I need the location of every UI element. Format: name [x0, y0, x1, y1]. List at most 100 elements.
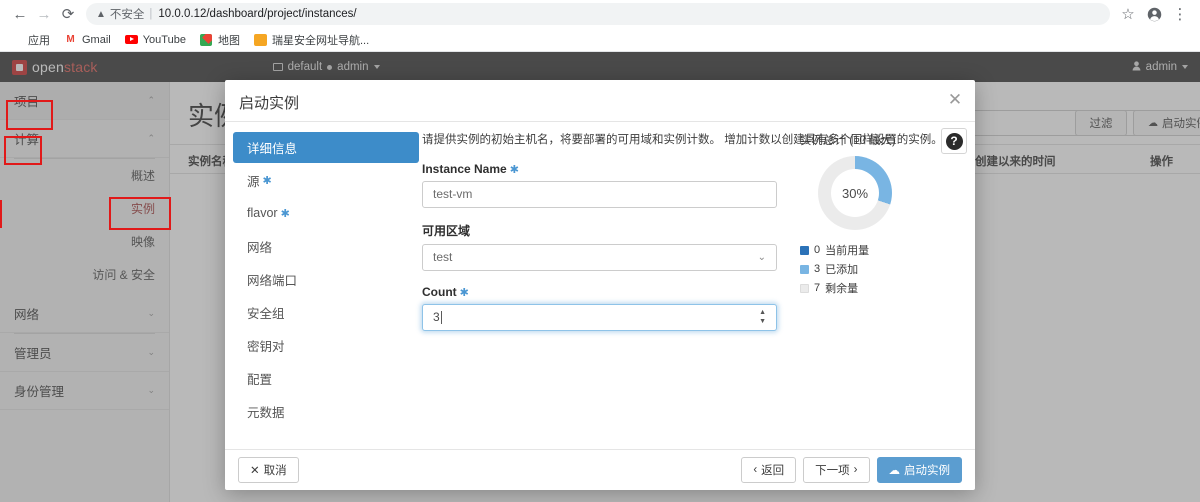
- dialog-footer: ✕ 取消 ‹ 返回 下一项 › ☁ 启动实例: [225, 449, 975, 490]
- back-button[interactable]: ‹ 返回: [741, 457, 797, 483]
- step-key-pair[interactable]: 密钥对: [233, 329, 419, 361]
- availability-zone-value: test: [433, 250, 453, 265]
- launch-instance-submit-label: 启动实例: [904, 465, 950, 477]
- forward-icon[interactable]: →: [32, 2, 56, 26]
- bookmark-maps[interactable]: 地图: [200, 32, 240, 48]
- close-icon: ✕: [250, 465, 260, 477]
- spinner-down-icon[interactable]: ▼: [759, 318, 766, 325]
- url-text: 10.0.0.12/dashboard/project/instances/: [158, 8, 357, 20]
- number-spinner[interactable]: ▲ ▼: [759, 309, 766, 325]
- step-label: 详细信息: [247, 142, 298, 156]
- bookmark-bar: 应用 M Gmail YouTube 地图 瑞星安全网址导航...: [0, 28, 1200, 52]
- step-metadata[interactable]: 元数据: [233, 395, 419, 427]
- legend-value: 0: [814, 244, 821, 256]
- rising-icon: [253, 33, 267, 46]
- screenshot-root: ← → ⟳ ▲ 不安全 | 10.0.0.12/dashboard/projec…: [0, 0, 1200, 502]
- required-marker-icon: ✱: [262, 174, 272, 187]
- omnibox-separator: |: [149, 8, 153, 20]
- legend-swatch: [800, 264, 809, 274]
- step-label: flavor: [247, 206, 278, 220]
- cancel-button[interactable]: ✕ 取消: [238, 457, 299, 483]
- bookmark-label: 应用: [28, 34, 50, 47]
- back-button-label: 返回: [761, 465, 785, 477]
- count-value-wrap: 3: [433, 310, 442, 325]
- step-flavor[interactable]: flavor ✱: [233, 197, 419, 229]
- text-cursor: [440, 311, 442, 325]
- step-list: 详细信息 源 ✱ flavor ✱ 网络 网络端口 安全组 密钥对 配置 元数据: [233, 132, 419, 428]
- step-label: 安全组: [247, 306, 285, 321]
- toolbar-actions: ☆ ⋮: [1116, 2, 1192, 26]
- cloud-upload-icon: ☁: [888, 465, 901, 477]
- dialog-title: 启动实例: [239, 95, 300, 112]
- menu-icon[interactable]: ⋮: [1168, 2, 1192, 26]
- step-configuration[interactable]: 配置: [233, 362, 419, 394]
- browser-toolbar: ← → ⟳ ▲ 不安全 | 10.0.0.12/dashboard/projec…: [0, 0, 1200, 28]
- step-security-group[interactable]: 安全组: [233, 296, 419, 328]
- count-input[interactable]: 3 ▲ ▼: [422, 303, 777, 331]
- bookmark-gmail[interactable]: M Gmail: [64, 33, 111, 46]
- legend-label: 当前用量: [825, 245, 870, 257]
- bookmark-apps[interactable]: 应用: [10, 32, 50, 48]
- instance-quota-chart: 实例总计 (10 最大) 30% 0 当前用量 3 已添加 7 剩余量: [800, 132, 960, 299]
- legend-item-current: 0 当前用量: [800, 242, 960, 258]
- next-button-label: 下一项: [815, 465, 850, 477]
- instance-name-label: Instance Name ✱: [422, 161, 519, 176]
- count-value: 3: [433, 310, 440, 324]
- step-label: 网络: [247, 240, 273, 255]
- youtube-icon: [124, 33, 138, 46]
- form-description: 请提供实例的初始主机名，将要部署的可用域和实例计数。 增加计数以创建具有多个同样…: [422, 134, 943, 146]
- address-bar[interactable]: ▲ 不安全 | 10.0.0.12/dashboard/project/inst…: [86, 3, 1110, 25]
- legend-swatch: [800, 245, 809, 255]
- insecure-label: 不安全: [109, 9, 145, 21]
- chevron-right-icon: ›: [853, 464, 858, 476]
- legend-label: 已添加: [825, 264, 859, 276]
- dialog-body: 详细信息 源 ✱ flavor ✱ 网络 网络端口 安全组 密钥对 配置 元数据…: [225, 122, 975, 449]
- launch-instance-dialog: 启动实例 ✕ ? 详细信息 源 ✱ flavor ✱ 网络 网络端口 安全组 密…: [225, 80, 975, 490]
- donut-chart: 30%: [818, 156, 892, 230]
- step-label: 密钥对: [247, 339, 285, 354]
- bookmark-label: 地图: [217, 34, 240, 47]
- legend-item-added: 3 已添加: [800, 261, 960, 277]
- bookmark-youtube[interactable]: YouTube: [124, 33, 186, 46]
- cancel-button-label: 取消: [263, 465, 287, 477]
- bookmark-label: 瑞星安全网址导航...: [271, 34, 370, 47]
- bookmark-label: Gmail: [82, 33, 111, 46]
- launch-instance-submit[interactable]: ☁ 启动实例: [876, 457, 962, 483]
- step-label: 源: [247, 174, 260, 189]
- step-source[interactable]: 源 ✱: [233, 164, 419, 196]
- star-icon[interactable]: ☆: [1116, 2, 1140, 26]
- spinner-up-icon[interactable]: ▲: [759, 309, 766, 316]
- required-marker-icon: ✱: [280, 207, 290, 220]
- gmail-icon: M: [66, 34, 75, 45]
- back-icon[interactable]: ←: [8, 2, 32, 26]
- legend-value: 3: [814, 263, 821, 275]
- warning-icon: ▲: [96, 8, 106, 20]
- reload-icon[interactable]: ⟳: [56, 2, 80, 26]
- maps-icon: [200, 33, 213, 46]
- required-marker-icon: ✱: [509, 163, 519, 176]
- count-label: Count ✱: [422, 284, 469, 299]
- details-form: 请提供实例的初始主机名，将要部署的可用域和实例计数。 增加计数以创建具有多个同样…: [422, 132, 943, 345]
- chevron-down-icon: ⌄: [757, 251, 766, 263]
- availability-zone-label: 可用区域: [422, 223, 471, 238]
- step-network-port[interactable]: 网络端口: [233, 263, 419, 295]
- chart-legend: 0 当前用量 3 已添加 7 剩余量: [800, 242, 960, 296]
- step-network[interactable]: 网络: [233, 230, 419, 262]
- chart-title: 实例总计 (10 最大): [800, 135, 896, 147]
- availability-zone-select[interactable]: test ⌄: [422, 243, 777, 271]
- close-icon[interactable]: ✕: [945, 89, 965, 109]
- legend-swatch: [800, 283, 809, 293]
- next-button[interactable]: 下一项 ›: [803, 457, 870, 483]
- dialog-header: 启动实例 ✕: [225, 80, 975, 122]
- bookmark-label: YouTube: [142, 33, 186, 46]
- step-details[interactable]: 详细信息: [233, 132, 419, 163]
- legend-value: 7: [814, 282, 821, 294]
- profile-icon[interactable]: [1142, 2, 1166, 26]
- instance-name-input[interactable]: test-vm: [422, 180, 777, 208]
- legend-label: 剩余量: [825, 283, 859, 295]
- chevron-left-icon: ‹: [753, 464, 758, 476]
- footer-actions: ‹ 返回 下一项 › ☁ 启动实例: [741, 457, 962, 483]
- bookmark-rising[interactable]: 瑞星安全网址导航...: [253, 32, 370, 48]
- instance-name-value: test-vm: [433, 187, 473, 202]
- legend-item-remaining: 7 剩余量: [800, 280, 960, 296]
